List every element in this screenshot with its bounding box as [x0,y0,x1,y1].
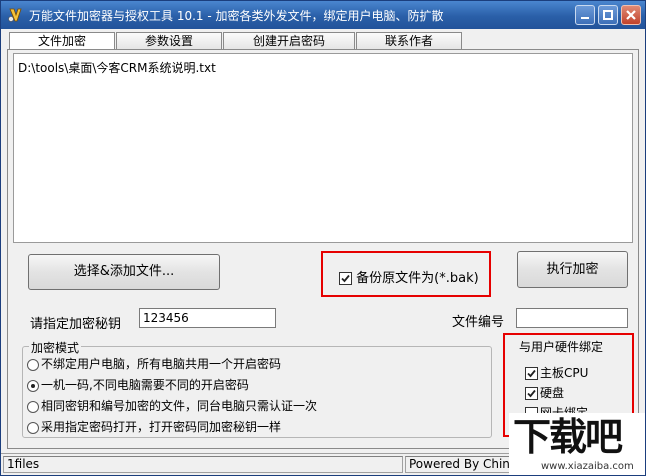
tab-strip: 文件加密 参数设置 创建开启密码 联系作者 [7,32,639,51]
window-title: 万能文件加密器与授权工具 10.1 - 加密各类外发文件，绑定用户电脑、防扩散 [29,9,444,23]
mode-option-label: 不绑定用户电脑，所有电脑共用一个开启密码 [41,357,282,371]
minimize-icon [581,17,589,19]
tab-parameter-settings[interactable]: 参数设置 [116,32,222,50]
encrypt-mode-group: 加密模式 不绑定用户电脑，所有电脑共用一个开启密码 一机一码,不同电脑需要不同的… [22,339,492,438]
hw-option-motherboard-cpu[interactable]: 主板CPU [525,364,588,381]
radio-button[interactable] [27,421,39,434]
backup-checkbox[interactable] [339,272,352,285]
select-add-files-label: 选择&添加文件... [73,264,175,279]
file-list-item[interactable]: D:\tools\桌面\今客CRM系统说明.txt [18,59,628,76]
hw-option-hard-disk[interactable]: 硬盘 [525,384,564,401]
checkmark-icon [341,274,350,283]
hard-disk-checkbox[interactable] [525,387,538,400]
download-site-watermark: 下载吧 www.xiazaiba.com [509,413,645,475]
execute-encrypt-button[interactable]: 执行加密 [517,251,628,288]
status-file-count: 1files [3,456,403,473]
encrypt-mode-title: 加密模式 [29,339,82,356]
file-encrypt-panel: D:\tools\桌面\今客CRM系统说明.txt 选择&添加文件... 备份原… [7,49,639,449]
motherboard-cpu-checkbox[interactable] [525,367,538,380]
radio-button-selected[interactable] [27,379,39,392]
hardware-binding-title: 与用户硬件绑定 [517,338,606,355]
watermark-url: www.xiazaiba.com [541,461,634,472]
radio-button[interactable] [27,400,39,413]
backup-label: 备份原文件为(*.bak) [356,271,479,286]
key-label: 请指定加密秘钥 [30,317,122,332]
mode-option-label: 采用指定密码打开，打开密码同加密秘钥一样 [41,420,282,434]
checkmark-icon [527,389,536,398]
mode-option-label: 相同密钥和编号加密的文件，同台电脑只需认证一次 [41,399,318,413]
file-number-input[interactable] [516,308,628,328]
checkmark-icon [527,369,536,378]
maximize-icon [603,10,613,20]
hardware-binding-group: 与用户硬件绑定 主板CPU 硬盘 网卡绑定 [513,338,627,420]
mode-option-label: 一机一码,不同电脑需要不同的开启密码 [41,378,249,392]
mode-option-one-machine-one-code[interactable]: 一机一码,不同电脑需要不同的开启密码 [27,376,249,393]
tab-create-open-password[interactable]: 创建开启密码 [223,32,355,50]
mode-option-no-binding[interactable]: 不绑定用户电脑，所有电脑共用一个开启密码 [27,355,281,372]
hw-option-label: 主板CPU [540,366,589,380]
file-number-label: 文件编号 [452,315,505,330]
select-add-files-button[interactable]: 选择&添加文件... [28,254,220,290]
maximize-button[interactable] [598,5,618,25]
file-list[interactable]: D:\tools\桌面\今客CRM系统说明.txt [13,53,633,243]
radio-button[interactable] [27,358,39,371]
execute-encrypt-label: 执行加密 [546,262,599,277]
minimize-button[interactable] [575,5,595,25]
app-window: 万能文件加密器与授权工具 10.1 - 加密各类外发文件，绑定用户电脑、防扩散 … [0,0,646,476]
key-input[interactable]: 123456 [139,308,276,328]
close-icon [626,10,636,20]
tab-contact-author[interactable]: 联系作者 [356,32,462,50]
hw-option-label: 硬盘 [540,386,565,400]
watermark-logo-text: 下载吧 [513,415,623,459]
backup-checkbox-row[interactable]: 备份原文件为(*.bak) [339,267,479,286]
app-logo-icon [8,8,22,22]
mode-option-same-key-once[interactable]: 相同密钥和编号加密的文件，同台电脑只需认证一次 [27,397,317,414]
close-button[interactable] [621,5,641,25]
title-bar[interactable]: 万能文件加密器与授权工具 10.1 - 加密各类外发文件，绑定用户电脑、防扩散 [1,1,645,29]
mode-option-specified-password[interactable]: 采用指定密码打开，打开密码同加密秘钥一样 [27,418,281,435]
